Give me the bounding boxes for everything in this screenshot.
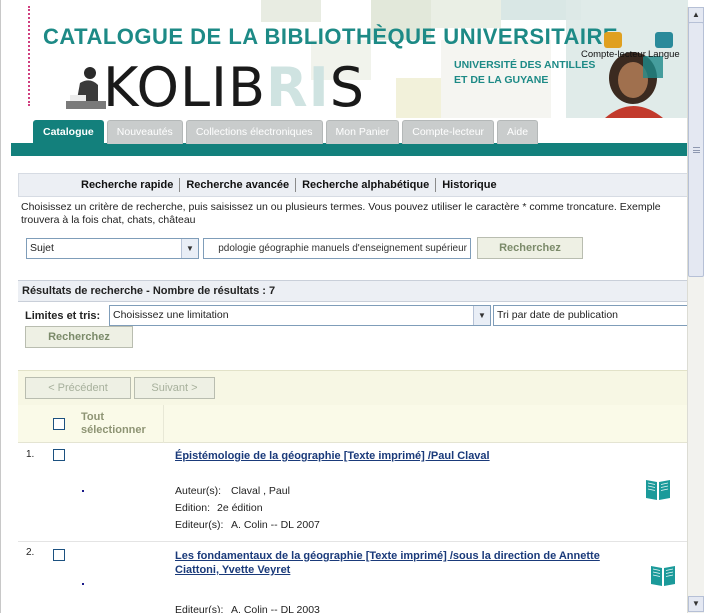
tab-mon-panier[interactable]: Mon Panier [325,120,400,144]
record-2-title-link[interactable]: Les fondamentaux de la géographie [Texte… [175,549,645,577]
field-label: Edition: [175,502,211,514]
field-value: Claval , Paul [231,485,290,497]
decorative-dotted-line [28,6,30,106]
tab-compte-lecteur[interactable]: Compte-lecteur [402,120,495,144]
university-line-2: ET DE LA GUYANE [454,74,549,86]
main-tabbar: Catalogue Nouveautés Collections électro… [11,118,688,156]
scrollbar-thumb[interactable] [688,22,704,277]
nav-historique[interactable]: Historique [435,178,502,192]
tab-catalogue[interactable]: Catalogue [33,120,104,145]
chevron-down-icon[interactable]: ▼ [181,239,198,258]
field-value: A. Colin -- DL 2007 [231,519,320,531]
langue-shortcut[interactable]: Langue [648,32,680,60]
previous-button[interactable]: < Précédent [25,377,131,399]
student-reading-illustration [66,67,106,109]
kolibris-logo: KOLIBRIS [103,58,365,118]
results-header: Résultats de recherche - Nombre de résul… [18,280,688,302]
record-1-author: Auteur(s): Claval , Paul [175,485,290,497]
compte-lecteur-label: Compte-lecteur [581,49,646,60]
search-query-input[interactable]: pdologie géographie manuels d'enseigneme… [203,238,471,259]
sort-select-value: Tri par date de publication [497,309,619,321]
record-2-publisher: Editeur(s): A. Colin -- DL 2003 [175,604,320,613]
tab-aide[interactable]: Aide [497,120,539,144]
header-banner: CATALOGUE DE LA BIBLIOTHÈQUE UNIVERSITAI… [11,0,688,118]
language-icon [654,32,673,48]
search-help-text: Choisissez un critère de recherche, puis… [21,201,693,227]
search-field-select[interactable]: Sujet ▼ [26,238,199,259]
field-label: Editeur(s): [175,604,224,613]
record-number: 1. [26,449,35,460]
langue-label: Langue [648,49,680,60]
results-table-header: Tout sélectionner [18,405,688,443]
record-1-checkbox[interactable] [53,449,65,461]
vertical-scrollbar[interactable]: ▲ ▼ [687,7,704,613]
book-icon[interactable] [644,477,672,501]
university-name: UNIVERSITÉ DES ANTILLES ET DE LA GUYANE [454,58,595,88]
logo-text-pre: KOLIB [103,56,267,118]
record-separator [18,541,688,542]
select-all-line-2: sélectionner [81,424,146,436]
limits-label: Limites et tris: [25,310,101,322]
record-1-title-link[interactable]: Épistémologie de la géographie [Texte im… [175,449,645,463]
record-number: 2. [26,547,35,558]
limits-search-button[interactable]: Recherchez [25,326,133,348]
logo-text-post: S [329,56,365,118]
chevron-down-icon[interactable]: ▼ [473,306,490,325]
tab-nouveautes[interactable]: Nouveautés [106,120,183,144]
record-1-publisher: Editeur(s): A. Colin -- DL 2007 [175,519,320,531]
select-all-label[interactable]: Tout sélectionner [81,411,146,437]
field-label: Auteur(s): [175,485,222,497]
logo-text-ri: RI [266,56,330,118]
field-value: A. Colin -- DL 2003 [231,604,320,613]
field-value: 2e édition [217,502,263,514]
select-all-line-1: Tout [81,411,105,423]
search-mode-nav: Recherche rapide Recherche avancée Reche… [18,173,688,197]
help-line-2: trouvera à la fois chat, chats, château [21,214,196,226]
column-separator [163,405,164,443]
select-all-checkbox[interactable] [53,418,65,430]
sort-select[interactable]: Tri par date de publication [493,305,688,326]
field-label: Editeur(s): [175,519,224,531]
scroll-down-icon[interactable]: ▼ [688,596,704,612]
search-field-value: Sujet [30,242,54,254]
book-icon[interactable] [649,563,677,587]
tab-collections-electroniques[interactable]: Collections électroniques [185,120,323,144]
nav-recherche-rapide[interactable]: Recherche rapide [75,178,179,192]
compte-lecteur-shortcut[interactable]: Compte-lecteur [581,32,646,60]
reader-account-icon [604,32,623,48]
limit-select[interactable]: Choisissez une limitation ▼ [109,305,491,326]
help-line-1: Choisissez un critère de recherche, puis… [21,201,661,213]
page-viewport: CATALOGUE DE LA BIBLIOTHÈQUE UNIVERSITAI… [0,0,697,613]
catalogue-title: CATALOGUE DE LA BIBLIOTHÈQUE UNIVERSITAI… [43,24,619,49]
nav-recherche-alphabetique[interactable]: Recherche alphabétique [295,178,435,192]
record-2-checkbox[interactable] [53,549,65,561]
grip-icon [693,147,700,153]
nav-recherche-avancee[interactable]: Recherche avancée [179,178,295,192]
university-line-1: UNIVERSITÉ DES ANTILLES [454,59,596,71]
record-1-edition: Edition: 2e édition [175,502,263,514]
search-button[interactable]: Recherchez [477,237,583,259]
record-1-bullet [82,490,84,492]
record-2-bullet [82,583,84,585]
scroll-up-icon[interactable]: ▲ [688,7,704,23]
limit-select-value: Choisissez une limitation [113,309,229,321]
next-button[interactable]: Suivant > [134,377,215,399]
